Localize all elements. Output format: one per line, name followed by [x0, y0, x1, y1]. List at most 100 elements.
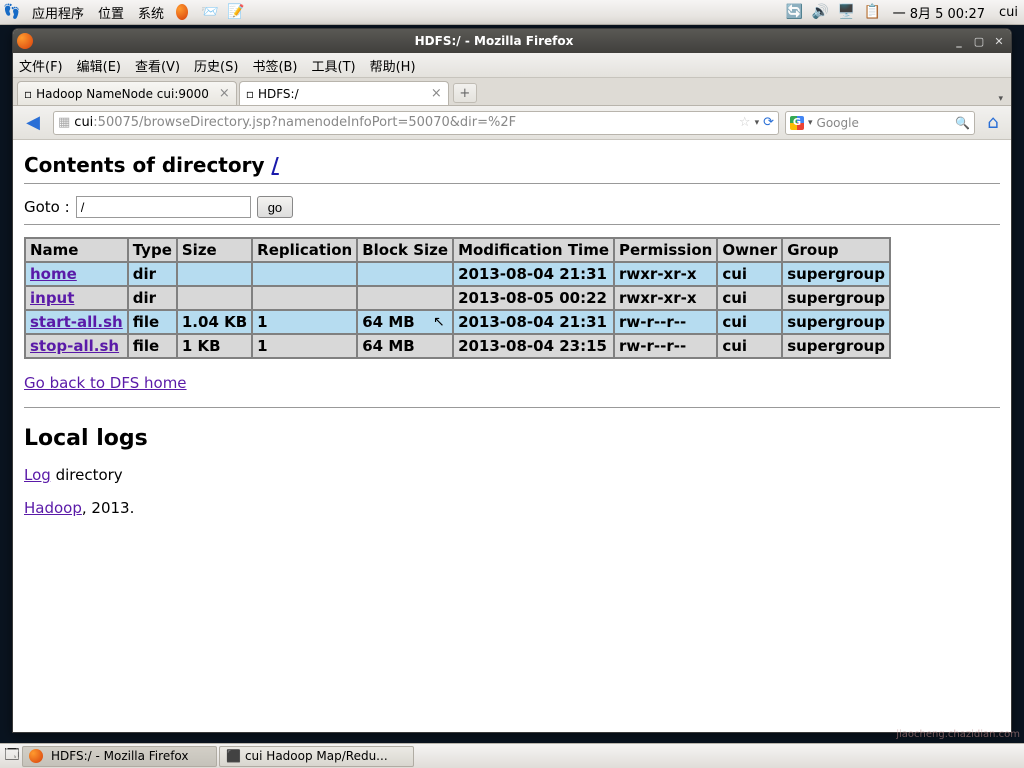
col-mtime: Modification Time [453, 238, 614, 262]
mail-launcher-icon[interactable]: 📨 [202, 4, 218, 20]
tab-namenode[interactable]: ▫ Hadoop NameNode cui:9000 × [17, 81, 237, 105]
show-desktop-icon[interactable]: 🗔 [4, 748, 20, 764]
tab-close-icon[interactable]: × [425, 86, 442, 101]
table-row: start-all.shfile1.04 KB164 MB2013-08-04 … [25, 310, 890, 334]
url-bar[interactable]: ▦ cui:50075/browseDirectory.jsp?namenode… [53, 111, 779, 135]
bookmark-star-icon[interactable]: ☆ [739, 115, 751, 130]
gnome-bottom-panel: 🗔 HDFS:/ - Mozilla Firefox ⬛ cui Hadoop … [0, 743, 1024, 768]
table-cell: start-all.sh [25, 310, 128, 334]
menu-places[interactable]: 位置 [96, 3, 126, 22]
table-cell: stop-all.sh [25, 334, 128, 358]
heading-root-link[interactable]: / [271, 153, 278, 177]
firefox-icon [17, 33, 33, 49]
log-suffix: directory [51, 466, 123, 484]
table-cell: supergroup [782, 310, 890, 334]
menu-bookmarks[interactable]: 书签(B) [252, 56, 297, 75]
tab-favicon-icon: ▫ [246, 87, 254, 101]
window-titlebar[interactable]: HDFS:/ - Mozilla Firefox _ ▢ ✕ [13, 29, 1011, 53]
back-button[interactable]: ◀ [19, 110, 47, 136]
table-cell: supergroup [782, 286, 890, 310]
col-name: Name [25, 238, 128, 262]
col-permission: Permission [614, 238, 717, 262]
table-cell: rw-r--r-- [614, 334, 717, 358]
table-cell: input [25, 286, 128, 310]
local-logs-heading: Local logs [24, 426, 1000, 451]
tabs-dropdown-button[interactable]: ▾ [994, 90, 1007, 105]
tab-bar: ▫ Hadoop NameNode cui:9000 × ▫ HDFS:/ × … [13, 78, 1011, 106]
file-link[interactable]: stop-all.sh [30, 337, 119, 355]
url-history-dropdown[interactable]: ▾ [755, 118, 760, 128]
reload-button[interactable]: ⟳ [763, 115, 774, 130]
taskbar-terminal[interactable]: ⬛ cui Hadoop Map/Redu... [219, 746, 414, 767]
table-cell: 1.04 KB [177, 310, 252, 334]
volume-icon[interactable]: 🔊 [813, 4, 829, 20]
firefox-launcher-icon[interactable] [176, 4, 192, 20]
menu-system[interactable]: 系统 [136, 3, 166, 22]
gnome-foot-icon[interactable]: 👣 [4, 4, 20, 20]
table-cell: file [128, 310, 177, 334]
taskbar-label: cui Hadoop Map/Redu... [245, 749, 388, 763]
table-cell: cui [717, 310, 782, 334]
menu-help[interactable]: 帮助(H) [370, 56, 416, 75]
table-cell [357, 262, 453, 286]
divider [24, 407, 1000, 408]
minimize-button[interactable]: _ [951, 34, 967, 48]
table-cell: supergroup [782, 262, 890, 286]
tab-close-icon[interactable]: × [213, 86, 230, 101]
tab-hdfs[interactable]: ▫ HDFS:/ × [239, 81, 449, 105]
network-icon[interactable]: 🖥️ [839, 4, 855, 20]
hadoop-link[interactable]: Hadoop [24, 499, 82, 517]
table-cell: cui [717, 262, 782, 286]
page-content: Contents of directory / Goto : go Name T… [14, 141, 1010, 731]
close-button[interactable]: ✕ [991, 34, 1007, 48]
menu-view[interactable]: 查看(V) [135, 56, 180, 75]
menu-edit[interactable]: 编辑(E) [77, 56, 121, 75]
file-link[interactable]: start-all.sh [30, 313, 123, 331]
file-link[interactable]: input [30, 289, 74, 307]
binoculars-icon[interactable]: 🔍 [955, 116, 970, 130]
go-button[interactable]: go [257, 196, 293, 218]
update-icon[interactable]: 🔄 [787, 4, 803, 20]
table-cell: 64 MB [357, 334, 453, 358]
table-cell [357, 286, 453, 310]
clock[interactable]: 一 8月 5 00:27 [891, 3, 987, 22]
table-cell [177, 286, 252, 310]
user-menu[interactable]: cui [997, 5, 1020, 20]
home-button[interactable]: ⌂ [981, 111, 1005, 135]
window-title: HDFS:/ - Mozilla Firefox [37, 34, 951, 48]
maximize-button[interactable]: ▢ [971, 34, 987, 48]
table-cell: file [128, 334, 177, 358]
notes-launcher-icon[interactable]: 📝 [228, 4, 244, 20]
new-tab-button[interactable]: + [453, 83, 477, 103]
table-cell: 2013-08-04 21:31 [453, 262, 614, 286]
search-bar[interactable]: G ▾ Google 🔍 [785, 111, 975, 135]
clipboard-icon[interactable]: 📋 [865, 4, 881, 20]
col-group: Group [782, 238, 890, 262]
firefox-menubar: 文件(F) 编辑(E) 查看(V) 历史(S) 书签(B) 工具(T) 帮助(H… [13, 53, 1011, 78]
identity-icon[interactable]: ▦ [58, 115, 70, 130]
back-to-dfs-link[interactable]: Go back to DFS home [24, 374, 187, 392]
table-cell: cui [717, 286, 782, 310]
col-type: Type [128, 238, 177, 262]
search-engine-dropdown[interactable]: ▾ [808, 118, 813, 128]
nav-toolbar: ◀ ▦ cui:50075/browseDirectory.jsp?nameno… [13, 106, 1011, 140]
menu-applications[interactable]: 应用程序 [30, 3, 86, 22]
menu-tools[interactable]: 工具(T) [312, 56, 356, 75]
log-link[interactable]: Log [24, 466, 51, 484]
col-replication: Replication [252, 238, 357, 262]
menu-file[interactable]: 文件(F) [19, 56, 63, 75]
col-size: Size [177, 238, 252, 262]
table-cell [252, 262, 357, 286]
table-cell: cui [717, 334, 782, 358]
table-cell [252, 286, 357, 310]
table-cell: 2013-08-05 00:22 [453, 286, 614, 310]
menu-history[interactable]: 历史(S) [194, 56, 238, 75]
table-cell: 1 [252, 334, 357, 358]
taskbar-firefox[interactable]: HDFS:/ - Mozilla Firefox [22, 746, 217, 767]
file-link[interactable]: home [30, 265, 77, 283]
goto-input[interactable] [76, 196, 251, 218]
table-cell: 1 [252, 310, 357, 334]
taskbar-label: HDFS:/ - Mozilla Firefox [51, 749, 189, 763]
table-header-row: Name Type Size Replication Block Size Mo… [25, 238, 890, 262]
table-cell: 64 MB [357, 310, 453, 334]
